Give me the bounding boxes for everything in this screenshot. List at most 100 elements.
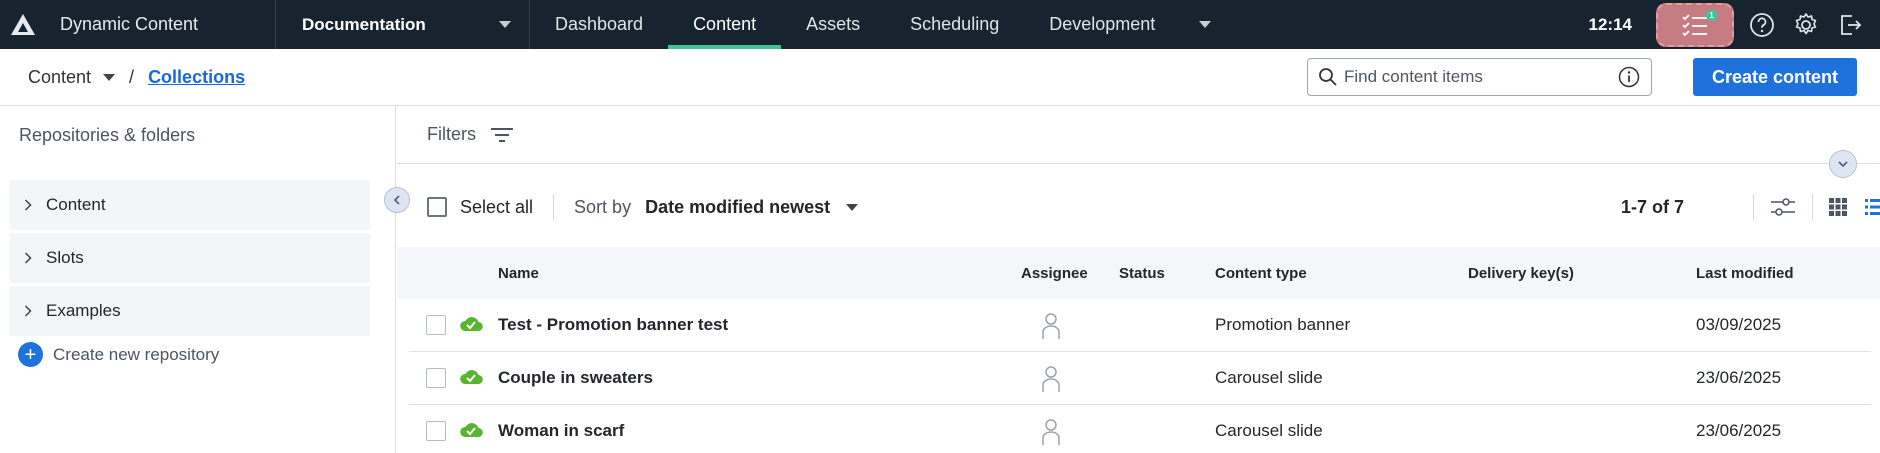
unassigned-user-icon[interactable] (1041, 312, 1061, 340)
unassigned-user-icon[interactable] (1041, 365, 1061, 393)
chevron-left-icon (393, 195, 400, 205)
top-right-controls: 12:14 1 (1589, 0, 1880, 49)
chevron-down-icon (1838, 161, 1848, 168)
tasks-badge: 1 (1706, 9, 1717, 21)
settings-gear-icon (1795, 12, 1817, 34)
tasks-button[interactable]: 1 (1656, 2, 1734, 47)
table-row[interactable]: Woman in scarf Carousel slide 23/06/2025 (409, 405, 1871, 453)
divider (1812, 194, 1813, 220)
select-all-label: Select all (460, 196, 534, 217)
content-item-name[interactable]: Test - Promotion banner test (498, 315, 728, 335)
row-checkbox[interactable] (426, 421, 446, 441)
create-content-button[interactable]: Create content (1693, 58, 1857, 96)
app-brand[interactable]: Dynamic Content (0, 0, 276, 49)
column-header-assignee[interactable]: Assignee (1021, 265, 1088, 282)
table-row[interactable]: Test - Promotion banner test Promotion b… (409, 299, 1871, 352)
hub-name: Documentation (302, 14, 426, 34)
checkbox[interactable] (427, 197, 447, 217)
content-type: Carousel slide (1215, 368, 1323, 387)
tab-assets[interactable]: Assets (781, 0, 885, 49)
help-icon (1750, 12, 1774, 37)
breadcrumb-root[interactable]: Content (28, 67, 91, 88)
list-view-icon[interactable] (1865, 198, 1880, 216)
create-repository-link[interactable]: + Create new repository (0, 342, 395, 367)
sidebar-item-label: Slots (46, 248, 84, 267)
sidebar-title: Repositories & folders (19, 125, 196, 145)
chevron-right-icon (24, 305, 32, 317)
table-row[interactable]: Couple in sweaters Carousel slide 23/06/… (409, 352, 1871, 405)
tab-label: Development (1049, 14, 1156, 34)
development-dropdown-caret-icon (1199, 21, 1212, 28)
tab-scheduling[interactable]: Scheduling (885, 0, 1024, 49)
sort-label: Sort by (574, 196, 632, 217)
chevron-right-icon (24, 199, 32, 211)
sort-dropdown-caret-icon[interactable] (846, 203, 859, 211)
search-input[interactable] (1344, 67, 1614, 87)
filter-icon (491, 127, 513, 142)
last-modified: 23/06/2025 (1696, 368, 1782, 387)
content-item-name[interactable]: Woman in scarf (498, 421, 624, 441)
column-header-delivery-keys[interactable]: Delivery key(s) (1468, 265, 1574, 282)
logout-button[interactable] (1828, 0, 1872, 49)
top-navigation-bar: Dynamic Content Documentation Dashboard … (0, 0, 1880, 49)
tab-content[interactable]: Content (668, 0, 782, 49)
dynamic-content-logo-icon (11, 13, 35, 35)
column-header-content-type[interactable]: Content type (1215, 265, 1307, 282)
content-item-name[interactable]: Couple in sweaters (498, 368, 653, 388)
last-modified: 23/06/2025 (1696, 421, 1782, 440)
repositories-sidebar: Repositories & folders Content Slots Exa… (0, 106, 396, 453)
table-header: Name Assignee Status Content type Delive… (397, 247, 1880, 299)
hub-selector[interactable]: Documentation (276, 0, 530, 49)
view-controls (1737, 194, 1880, 220)
sidebar-item-label: Examples (46, 301, 121, 320)
published-cloud-icon (460, 317, 483, 332)
hub-dropdown-caret-icon (499, 21, 511, 28)
result-count: 1-7 of 7 (1621, 196, 1685, 217)
content-type: Carousel slide (1215, 421, 1323, 440)
info-icon[interactable] (1618, 66, 1640, 88)
breadcrumb-current[interactable]: Collections (148, 67, 245, 88)
tab-dashboard[interactable]: Dashboard (530, 0, 668, 49)
row-checkbox[interactable] (426, 315, 446, 335)
sidebar-item-examples[interactable]: Examples (10, 286, 370, 336)
sidebar-item-label: Content (46, 195, 106, 214)
content-type: Promotion banner (1215, 315, 1351, 334)
logout-icon (1841, 14, 1862, 35)
published-cloud-icon (460, 370, 483, 385)
tab-development[interactable]: Development (1024, 0, 1236, 49)
last-modified: 03/09/2025 (1696, 315, 1782, 334)
row-checkbox[interactable] (426, 368, 446, 388)
tab-label: Assets (806, 14, 861, 34)
search-icon (1319, 68, 1337, 86)
settings-button[interactable] (1784, 0, 1828, 49)
column-header-last-modified[interactable]: Last modified (1696, 265, 1794, 282)
grid-view-icon[interactable] (1829, 198, 1847, 216)
sidebar-item-slots[interactable]: Slots (10, 233, 370, 283)
breadcrumb-dropdown-caret-icon[interactable] (103, 73, 116, 81)
tab-label: Dashboard (555, 14, 644, 34)
collapse-sidebar-button[interactable] (384, 187, 410, 213)
tab-label: Scheduling (910, 14, 1000, 34)
search-box[interactable] (1307, 58, 1652, 96)
breadcrumb-separator: / (129, 66, 135, 87)
help-button[interactable] (1740, 0, 1784, 49)
column-header-status[interactable]: Status (1119, 265, 1165, 282)
chevron-right-icon (24, 252, 32, 264)
create-repository-label: Create new repository (53, 344, 220, 364)
sidebar-item-content[interactable]: Content (10, 180, 370, 230)
list-toolbar: Select all Sort by Date modified newest … (397, 184, 1880, 230)
expand-filters-button[interactable] (1829, 150, 1857, 178)
divider (1753, 194, 1754, 220)
column-header-name[interactable]: Name (498, 265, 539, 282)
filters-bar[interactable]: Filters (397, 106, 1880, 164)
column-settings-icon[interactable] (1770, 196, 1796, 218)
clock: 12:14 (1588, 14, 1632, 34)
divider (553, 194, 555, 220)
plus-circle-icon: + (18, 342, 43, 367)
app-name: Dynamic Content (60, 14, 199, 34)
unassigned-user-icon[interactable] (1041, 418, 1061, 446)
published-cloud-icon (460, 423, 483, 438)
filters-label: Filters (427, 124, 476, 144)
sort-dropdown[interactable]: Date modified newest (645, 197, 830, 218)
select-all-checkbox[interactable]: Select all (427, 197, 533, 218)
